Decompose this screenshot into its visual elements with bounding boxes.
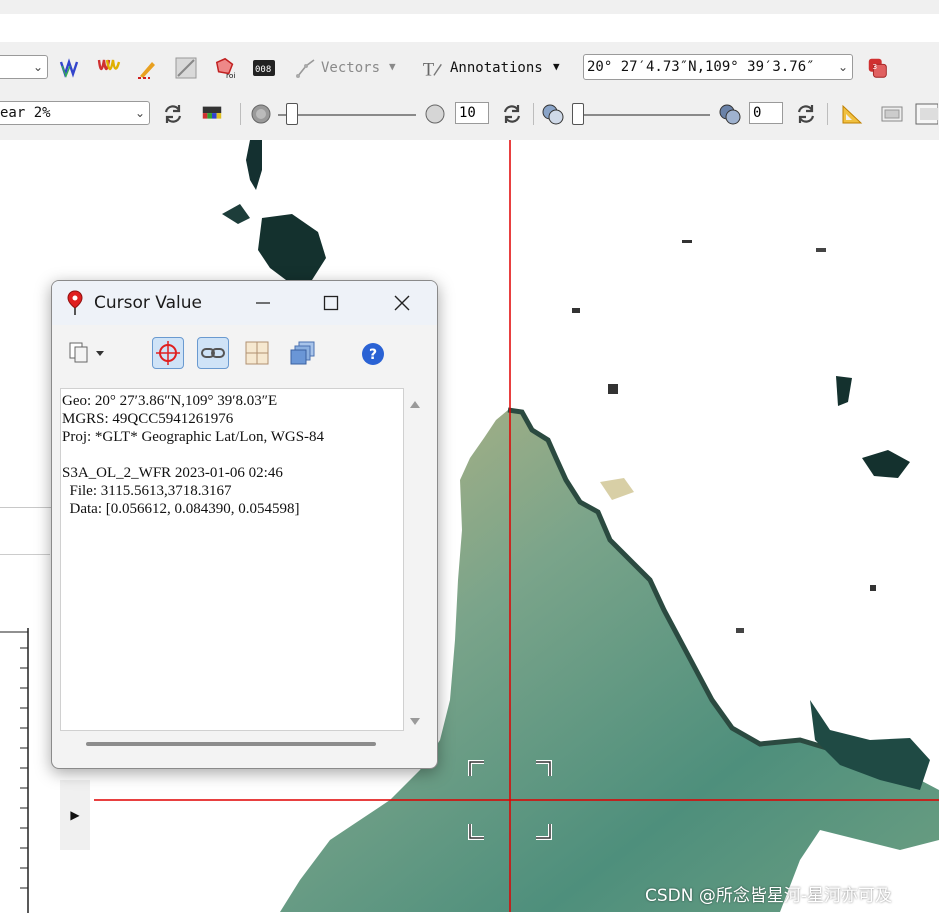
chevron-down-icon[interactable]: ⌄ (838, 55, 848, 79)
chevron-down-icon[interactable]: ⌄ (33, 56, 43, 78)
color-table-icon[interactable] (200, 102, 224, 126)
cursor-toolbar: ? (52, 325, 437, 385)
vectors-menu[interactable]: Vectors (321, 56, 380, 80)
ruler-ticks (0, 631, 28, 889)
dataset-line: S3A_OL_2_WFR 2023-01-06 02:46 (62, 465, 283, 481)
transparency-value-field[interactable]: 0 (749, 102, 783, 124)
location-value: 20° 27′4.73″N,109° 39′3.76″ (587, 59, 815, 75)
collapse-arrow-icon[interactable]: ▶ (60, 780, 90, 850)
toolbar-row-1: ⌄ roi 008 Vectors ▼ T Annotations ▼ 20° … (0, 54, 939, 84)
brightness-slider[interactable] (278, 114, 416, 116)
scroll-down-icon[interactable] (409, 714, 421, 732)
cursor-value-text[interactable]: Geo: 20° 27′3.86″N,109° 39′8.03″E MGRS: … (60, 388, 404, 731)
refresh-icon[interactable] (794, 102, 818, 126)
dataset-id-icon[interactable]: 008 (252, 56, 276, 80)
geo-line: Geo: 20° 27′3.86″N,109° 39′8.03″E (62, 393, 278, 409)
sand-patch (600, 478, 634, 500)
contrast-icon (423, 102, 447, 126)
lake-dark (258, 214, 326, 280)
location-combo[interactable]: 20° 27′4.73″N,109° 39′3.76″ ⌄ (583, 54, 853, 80)
toolbar-divider (533, 103, 534, 125)
annotations-icon[interactable]: T (421, 56, 445, 80)
stretch-value: ear 2% (0, 105, 51, 121)
link-icon (201, 348, 225, 358)
close-button[interactable] (379, 287, 425, 319)
measure-icon[interactable] (840, 102, 864, 126)
roi-tool-icon[interactable]: roi (214, 56, 238, 80)
left-panel (0, 507, 51, 913)
horizontal-scrollbar[interactable] (60, 733, 404, 755)
vectors-dropdown-icon[interactable]: ▼ (389, 55, 396, 79)
minimize-icon (256, 302, 270, 304)
vectors-icon[interactable] (294, 56, 318, 80)
mgrs-line: MGRS: 49QCC5941261976 (62, 411, 234, 427)
location-pin-icon (66, 290, 84, 321)
speck (572, 308, 580, 313)
layers-icon[interactable] (290, 341, 316, 370)
pencil-profile-icon[interactable] (136, 56, 160, 80)
copy-icon[interactable] (68, 341, 106, 370)
svg-text:3: 3 (872, 62, 877, 71)
speck (736, 628, 744, 633)
toolbar-divider (240, 103, 241, 125)
arbitrary-profile-icon[interactable] (174, 56, 198, 80)
window-titlebar[interactable]: Cursor Value (52, 281, 437, 325)
brightness-slider-thumb[interactable] (286, 103, 298, 125)
speck (816, 248, 826, 252)
help-icon[interactable]: ? (361, 342, 385, 371)
annotations-dropdown-icon[interactable]: ▼ (553, 55, 560, 79)
horizontal-scroll-thumb[interactable] (86, 742, 376, 746)
transparency-full-icon (718, 102, 742, 126)
close-icon (394, 295, 410, 311)
cursor-value-window: Cursor Value ? Geo: 20° 27′3.86″N,109° 3… (51, 280, 438, 769)
maximize-button[interactable] (308, 287, 354, 319)
refresh-icon[interactable] (161, 102, 185, 126)
svg-text:008: 008 (255, 65, 271, 75)
speck (608, 384, 618, 394)
svg-text:T: T (423, 59, 434, 79)
grid-icon[interactable] (245, 341, 269, 370)
brightness-value-field[interactable]: 10 (455, 102, 489, 124)
window-title: Cursor Value (94, 293, 202, 313)
stretch-combo[interactable]: ear 2% ⌄ (0, 101, 150, 125)
spectral-profile-icon[interactable] (59, 56, 83, 80)
crosshair-icon (156, 341, 180, 365)
vertical-scrollbar[interactable] (404, 388, 426, 731)
island-right-1 (836, 376, 852, 406)
overview-icon[interactable] (880, 102, 904, 126)
brightness-icon (249, 102, 273, 126)
lake-small (222, 204, 250, 224)
proj-line: Proj: *GLT* Geographic Lat/Lon, WGS-84 (62, 429, 325, 445)
left-combo[interactable]: ⌄ (0, 55, 48, 79)
main-toolbar: ⌄ roi 008 Vectors ▼ T Annotations ▼ 20° … (0, 42, 939, 140)
toolbar-spacer (0, 14, 939, 42)
link-toggle[interactable] (197, 337, 229, 369)
toolbar-divider (827, 103, 828, 125)
file-line: File: 3115.5613,3718.3167 (62, 483, 232, 499)
chevron-down-icon[interactable]: ⌄ (135, 102, 145, 124)
speck (870, 585, 876, 591)
watermark: CSDN @所念皆星河-星河亦可及 (645, 886, 893, 906)
scroll-up-icon[interactable] (409, 396, 421, 414)
crosshair-toggle[interactable] (152, 337, 184, 369)
toolbar-row-2: ear 2% ⌄ 10 0 (0, 100, 939, 130)
data-line: Data: [0.056612, 0.084390, 0.054598] (62, 501, 300, 517)
transparency-icon (541, 102, 565, 126)
window-top-band (0, 0, 939, 14)
annotations-menu[interactable]: Annotations (450, 56, 543, 80)
layer-manager-icon[interactable]: 3 (866, 56, 890, 80)
transparency-slider[interactable] (572, 114, 710, 116)
speck (682, 240, 692, 243)
island-top (246, 140, 262, 190)
panel-toggle-icon[interactable] (914, 102, 938, 126)
spectral-plot-icon[interactable] (97, 56, 121, 80)
svg-text:?: ? (369, 347, 377, 363)
transparency-slider-thumb[interactable] (572, 103, 584, 125)
island-right-2 (862, 450, 910, 478)
minimize-button[interactable] (240, 287, 286, 319)
refresh-icon[interactable] (500, 102, 524, 126)
maximize-icon (323, 295, 339, 311)
svg-text:roi: roi (226, 71, 235, 80)
